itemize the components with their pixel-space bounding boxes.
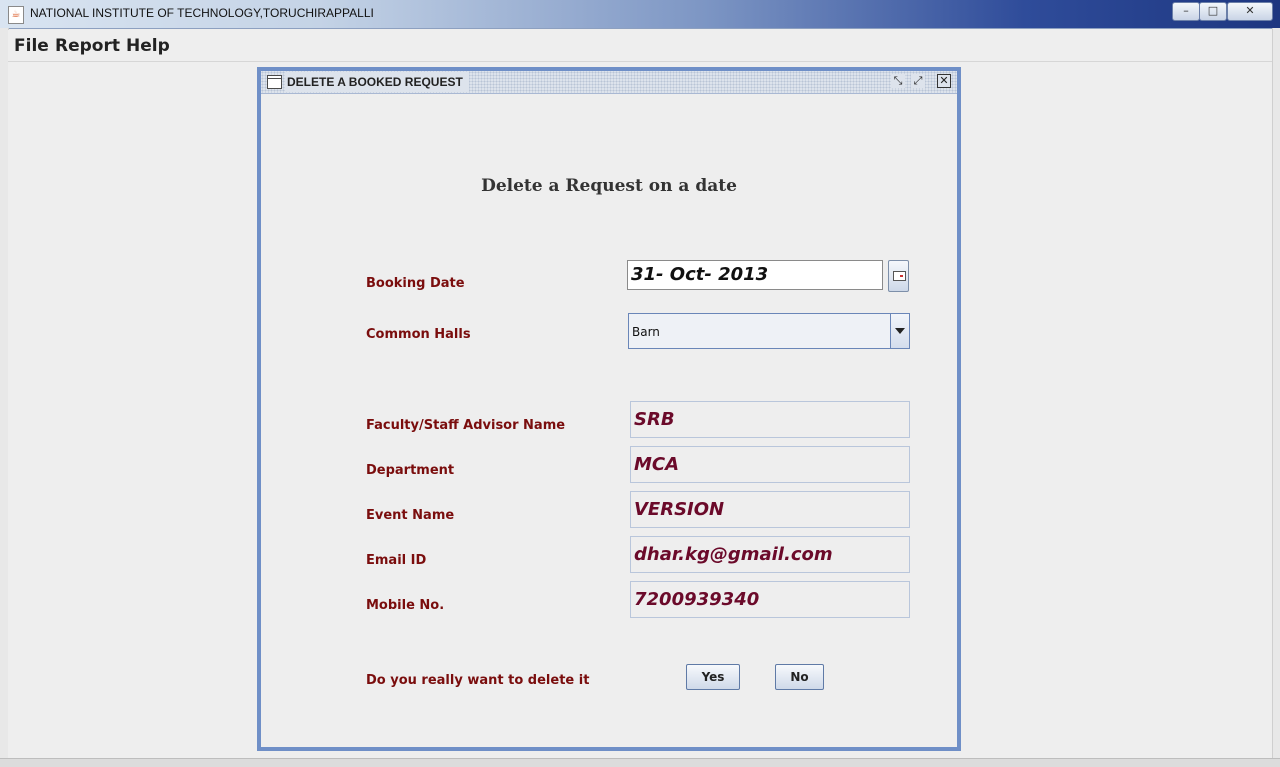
maximize-button[interactable]: □: [1199, 2, 1227, 21]
email-label: Email ID: [366, 553, 427, 568]
no-button[interactable]: No: [775, 664, 824, 690]
close-button[interactable]: ✕: [1227, 2, 1273, 21]
close-frame-icon[interactable]: ✕: [937, 74, 951, 88]
menu-report[interactable]: Report: [55, 36, 120, 56]
frame-titlebar[interactable]: DELETE A BOOKED REQUEST ⤡ ⤢ ✕: [261, 71, 957, 94]
department-label: Department: [366, 463, 455, 478]
yes-button[interactable]: Yes: [686, 664, 740, 690]
department-field[interactable]: MCA: [630, 446, 910, 483]
delete-request-frame: DELETE A BOOKED REQUEST ⤡ ⤢ ✕ Delete a R…: [257, 67, 961, 751]
calendar-icon: [893, 271, 906, 281]
frame-title: DELETE A BOOKED REQUEST: [285, 72, 469, 92]
iconify-icon[interactable]: ⤡: [891, 74, 905, 88]
common-halls-value: Barn: [632, 325, 660, 339]
maximize-icon[interactable]: ⤢: [911, 74, 925, 88]
event-name-field[interactable]: VERSION: [630, 491, 910, 528]
menu-bar: File Report Help: [8, 30, 1272, 62]
frame-window-icon: [267, 75, 282, 89]
email-field[interactable]: dhar.kg@gmail.com: [630, 536, 910, 573]
common-halls-label: Common Halls: [366, 327, 471, 342]
booking-date-field[interactable]: 31- Oct- 2013: [627, 260, 883, 290]
window-title: NATIONAL INSTITUTE OF TECHNOLOGY,TORUCHI…: [30, 6, 374, 20]
minimize-button[interactable]: –: [1172, 2, 1200, 21]
advisor-field[interactable]: SRB: [630, 401, 910, 438]
java-app-icon: ☕: [8, 6, 24, 24]
form-heading: Delete a Request on a date: [481, 176, 737, 196]
chevron-down-icon[interactable]: [890, 314, 909, 348]
common-halls-select[interactable]: Barn: [628, 313, 910, 349]
event-name-label: Event Name: [366, 508, 455, 523]
window-titlebar: ☕ NATIONAL INSTITUTE OF TECHNOLOGY,TORUC…: [0, 0, 1280, 29]
calendar-button[interactable]: [888, 260, 909, 292]
mobile-label: Mobile No.: [366, 598, 445, 613]
booking-date-label: Booking Date: [366, 276, 465, 291]
window-right-border: [1272, 28, 1280, 766]
menu-file[interactable]: File: [14, 36, 49, 56]
mobile-field[interactable]: 7200939340: [630, 581, 910, 618]
menu-help[interactable]: Help: [126, 36, 170, 56]
advisor-label: Faculty/Staff Advisor Name: [366, 418, 566, 433]
confirm-label: Do you really want to delete it: [366, 673, 590, 688]
